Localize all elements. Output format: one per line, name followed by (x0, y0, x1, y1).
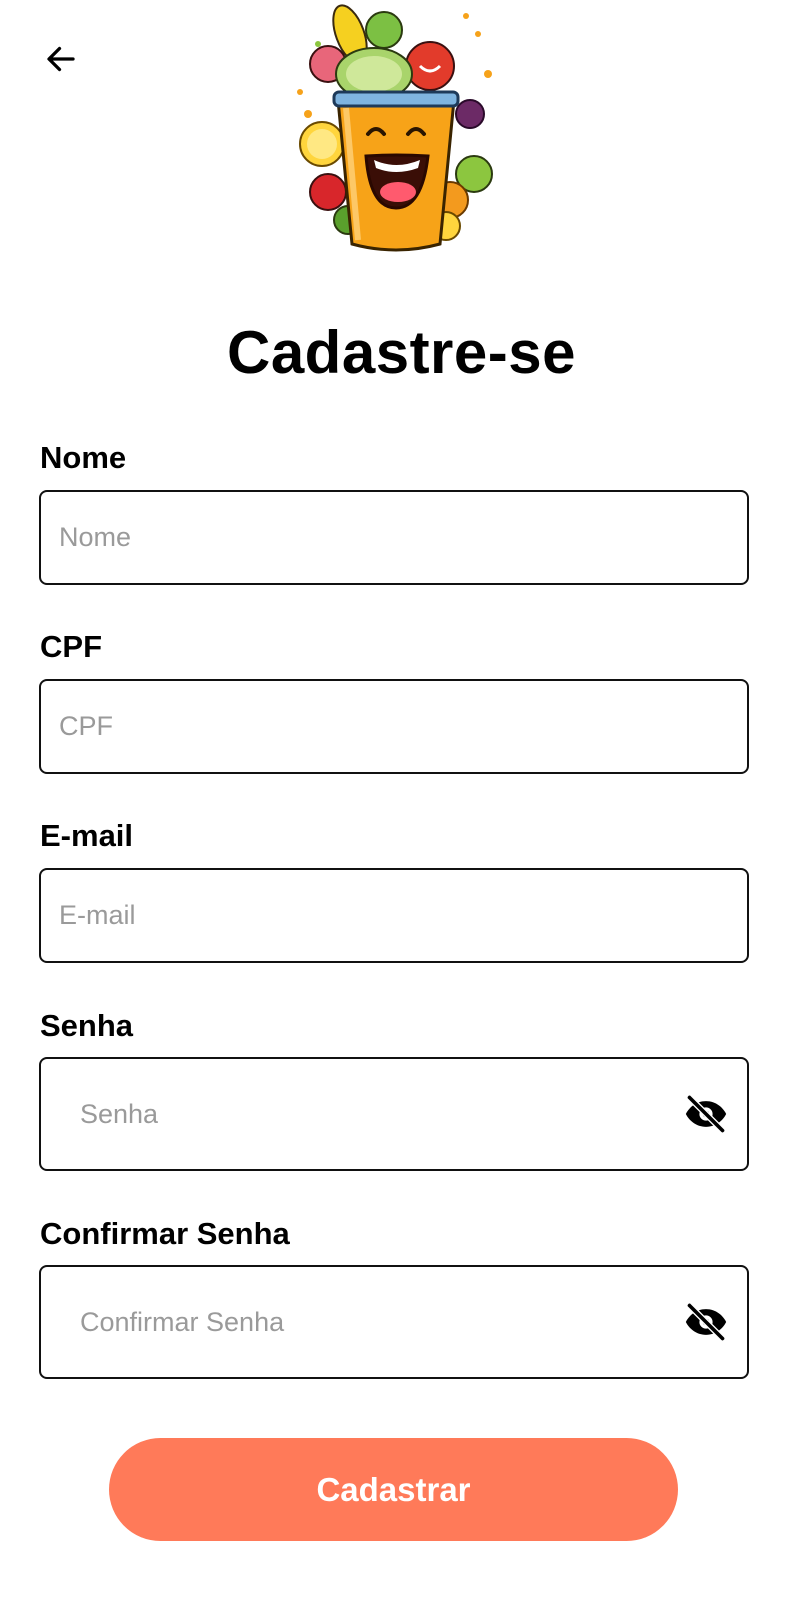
cpf-label: CPF (40, 629, 102, 664)
cadastrar-button[interactable]: Cadastrar (109, 1438, 678, 1541)
cpf-field[interactable] (39, 679, 749, 774)
eye-off-icon (685, 1302, 727, 1342)
nome-input[interactable] (59, 492, 747, 583)
senha-field[interactable] (39, 1057, 749, 1171)
confirmar-senha-field[interactable] (39, 1265, 749, 1379)
nome-label: Nome (40, 440, 127, 475)
confirmar-senha-input[interactable] (80, 1267, 683, 1377)
senha-label: Senha (40, 1008, 134, 1043)
juice-logo (288, 4, 504, 256)
juice-cup-mascot-logo (297, 4, 493, 252)
confirmar-senha-visibility-toggle[interactable] (683, 1299, 729, 1345)
senha-input[interactable] (80, 1059, 683, 1169)
email-input[interactable] (59, 870, 747, 961)
cpf-input[interactable] (59, 681, 747, 772)
email-field[interactable] (39, 868, 749, 963)
confirmar-senha-label: Confirmar Senha (40, 1216, 290, 1251)
senha-visibility-toggle[interactable] (683, 1091, 729, 1137)
arrow-left-icon (47, 46, 75, 72)
eye-off-icon (685, 1094, 727, 1134)
back-button[interactable] (38, 36, 84, 82)
page-title: Cadastre-se (226, 319, 576, 386)
signup-screen: Cadastre-se Nome CPF E-mail Senha Confir… (0, 0, 803, 1600)
email-label: E-mail (40, 818, 134, 853)
nome-field[interactable] (39, 490, 749, 585)
